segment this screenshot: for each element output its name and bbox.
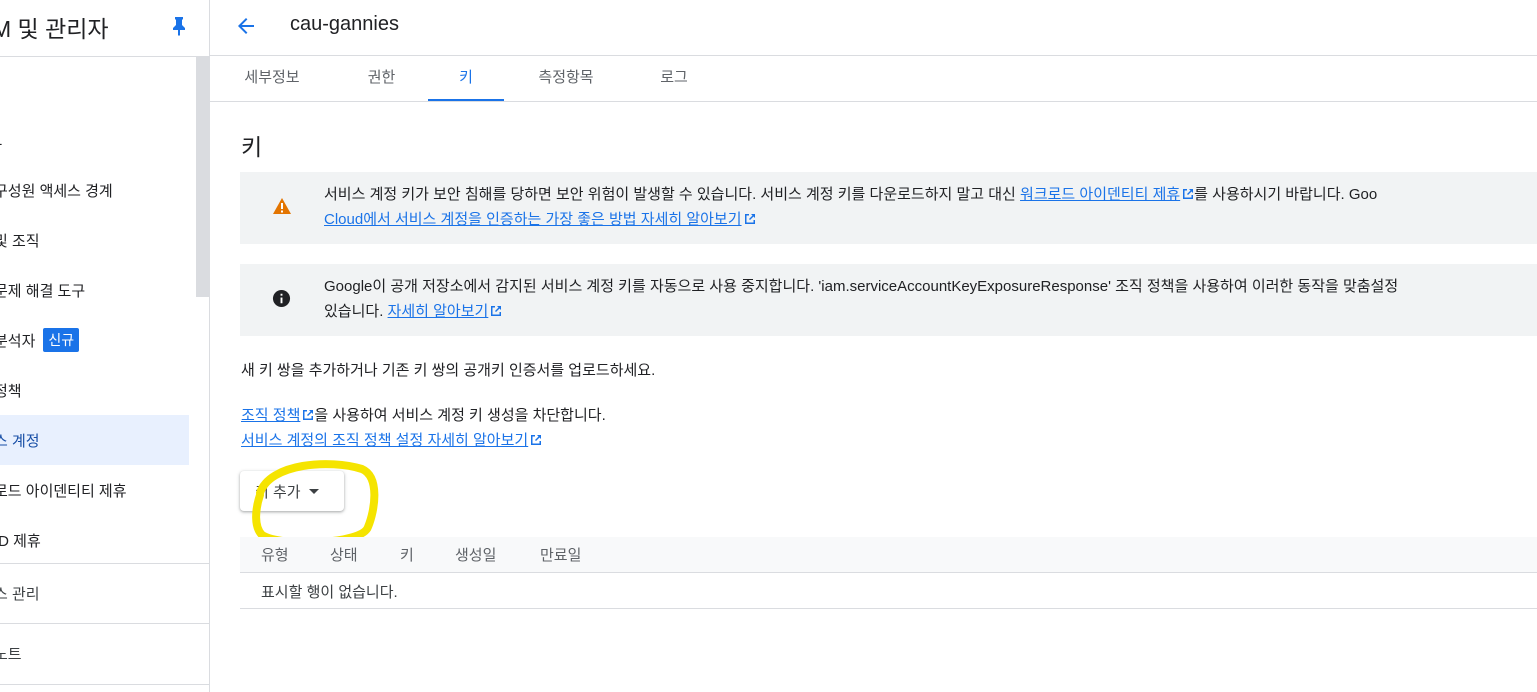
dropdown-caret-icon bbox=[308, 488, 319, 494]
sidebar-item-label: 스 계정 bbox=[0, 432, 40, 450]
sidebar-item-label: ID 제휴 bbox=[0, 532, 41, 550]
new-badge: 신규 bbox=[43, 328, 80, 352]
sidebar-item-label: 로드 아이덴티티 제휴 bbox=[0, 482, 127, 500]
sidebar-item-workforce-identity[interactable]: ID 제휴 bbox=[0, 515, 189, 565]
tab-metrics[interactable]: 측정항목 bbox=[524, 56, 608, 101]
warning-icon bbox=[273, 198, 291, 214]
tab-details[interactable]: 세부정보 bbox=[228, 56, 316, 101]
tab-keys[interactable]: 키 bbox=[428, 56, 504, 101]
sidebar-item-label: 노트 bbox=[0, 645, 22, 663]
tab-bar: 세부정보 권한 키 측정항목 로그 bbox=[210, 56, 1537, 102]
info-text: Google이 공개 저장소에서 감지된 서비스 계정 키를 자동으로 사용 중… bbox=[324, 274, 1537, 324]
warning-text: 서비스 계정 키가 보안 침해를 당하면 보안 위험이 발생할 수 있습니다. … bbox=[324, 182, 1537, 232]
tab-permissions[interactable]: 권한 bbox=[340, 56, 423, 101]
sidebar-item-analyzer-wrap: 분석자 신규 bbox=[0, 328, 80, 352]
sidebar-divider bbox=[0, 623, 209, 624]
sidebar-item-troubleshooter[interactable]: 문제 해결 도구 bbox=[0, 265, 189, 315]
sidebar-item-label: 정책 bbox=[0, 382, 22, 400]
policy-text-after: 을 사용하여 서비스 계정 키 생성을 차단합니다. bbox=[314, 407, 606, 424]
external-link-icon bbox=[303, 410, 314, 420]
sidebar-item-label: 구성원 액세스 경계 bbox=[0, 182, 113, 200]
info-banner: Google이 공개 저장소에서 감지된 서비스 계정 키를 자동으로 사용 중… bbox=[240, 264, 1537, 336]
external-link-icon bbox=[531, 435, 542, 445]
sidebar-item-resource-manager[interactable]: 스 관리 bbox=[0, 568, 189, 618]
sidebar-item-release-notes[interactable]: 노트 bbox=[0, 628, 189, 678]
warning-banner: 서비스 계정 키가 보안 침해를 당하면 보안 위험이 발생할 수 있습니다. … bbox=[240, 172, 1537, 244]
learn-more-link[interactable]: 자세히 알아보기 bbox=[388, 303, 489, 320]
info-text-line1: Google이 공개 저장소에서 감지된 서비스 계정 키를 자동으로 사용 중… bbox=[324, 278, 1399, 295]
external-link-icon bbox=[744, 214, 755, 224]
column-header-expires[interactable]: 만료일 bbox=[540, 544, 581, 565]
sidebar-item-policies[interactable]: 정책 bbox=[0, 365, 189, 415]
auth-best-practices-link[interactable]: Cloud에서 서비스 계정을 인증하는 가장 좋은 방법 자세히 알아보기 bbox=[324, 211, 742, 228]
info-icon bbox=[272, 289, 291, 308]
add-key-button[interactable]: 키 추가 bbox=[240, 471, 344, 511]
sidebar-item-analyzer[interactable]: 분석자 신규 bbox=[0, 315, 189, 365]
pin-icon[interactable] bbox=[170, 16, 188, 36]
sidebar-title: M 및 관리자 bbox=[0, 16, 109, 42]
column-header-created[interactable]: 생성일 bbox=[455, 544, 496, 565]
external-link-icon bbox=[1183, 189, 1194, 199]
page-header: cau-gannies bbox=[210, 0, 1537, 56]
learn-policy-text: 서비스 계정의 조직 정책 설정 자세히 알아보기 bbox=[241, 429, 542, 450]
sidebar-item-organization[interactable]: 및 조직 bbox=[0, 215, 189, 265]
table-empty-row: 표시할 행이 없습니다. bbox=[240, 573, 1537, 609]
sidebar-divider bbox=[0, 563, 209, 564]
back-arrow-icon[interactable] bbox=[234, 14, 258, 38]
sidebar-item-iam[interactable]: 1 bbox=[0, 115, 189, 165]
service-account-policy-link[interactable]: 서비스 계정의 조직 정책 설정 자세히 알아보기 bbox=[241, 432, 528, 449]
sidebar-header: M 및 관리자 bbox=[0, 0, 209, 57]
sidebar-item-label: 분석자 bbox=[0, 332, 36, 350]
section-heading: 키 bbox=[241, 134, 263, 160]
add-key-label: 키 추가 bbox=[255, 483, 301, 501]
column-header-key[interactable]: 키 bbox=[400, 544, 414, 565]
sidebar-item-label: 및 조직 bbox=[0, 232, 40, 250]
column-header-status[interactable]: 상태 bbox=[330, 544, 358, 565]
page-title: cau-gannies bbox=[290, 13, 399, 35]
sidebar-item-label: 1 bbox=[0, 132, 2, 149]
info-text-line2: 있습니다. bbox=[324, 303, 388, 320]
external-link-icon bbox=[491, 306, 502, 316]
empty-table-text: 표시할 행이 없습니다. bbox=[261, 584, 398, 601]
sidebar-item-label: 스 관리 bbox=[0, 585, 40, 603]
sidebar-item-service-accounts[interactable]: 스 계정 bbox=[0, 415, 189, 465]
sidebar: M 및 관리자 1 구성원 액세스 경계 및 조직 문제 해결 도구 분석자 신… bbox=[0, 0, 210, 692]
sidebar-item-workload-identity[interactable]: 로드 아이덴티티 제휴 bbox=[0, 465, 189, 515]
keys-table-header: 유형 상태 키 생성일 만료일 bbox=[240, 537, 1537, 573]
warning-text-line1-after: 를 사용하시기 바랍니다. Goo bbox=[1194, 186, 1378, 203]
description-text: 새 키 쌍을 추가하거나 기존 키 쌍의 공개키 인증서를 업로드하세요. bbox=[241, 362, 656, 379]
policy-text: 조직 정책 을 사용하여 서비스 계정 키 생성을 차단합니다. bbox=[241, 404, 606, 425]
sidebar-divider bbox=[0, 684, 209, 685]
warning-text-line1: 서비스 계정 키가 보안 침해를 당하면 보안 위험이 발생할 수 있습니다. … bbox=[324, 186, 1021, 203]
sidebar-scrollbar[interactable] bbox=[196, 57, 209, 297]
column-header-type[interactable]: 유형 bbox=[261, 544, 289, 565]
sidebar-item-label: 문제 해결 도구 bbox=[0, 282, 86, 300]
tab-logs[interactable]: 로그 bbox=[638, 56, 710, 101]
sidebar-item-pab[interactable]: 구성원 액세스 경계 bbox=[0, 165, 189, 215]
workload-identity-link[interactable]: 워크로드 아이덴티티 제휴 bbox=[1020, 186, 1180, 203]
org-policy-link[interactable]: 조직 정책 bbox=[241, 407, 300, 424]
